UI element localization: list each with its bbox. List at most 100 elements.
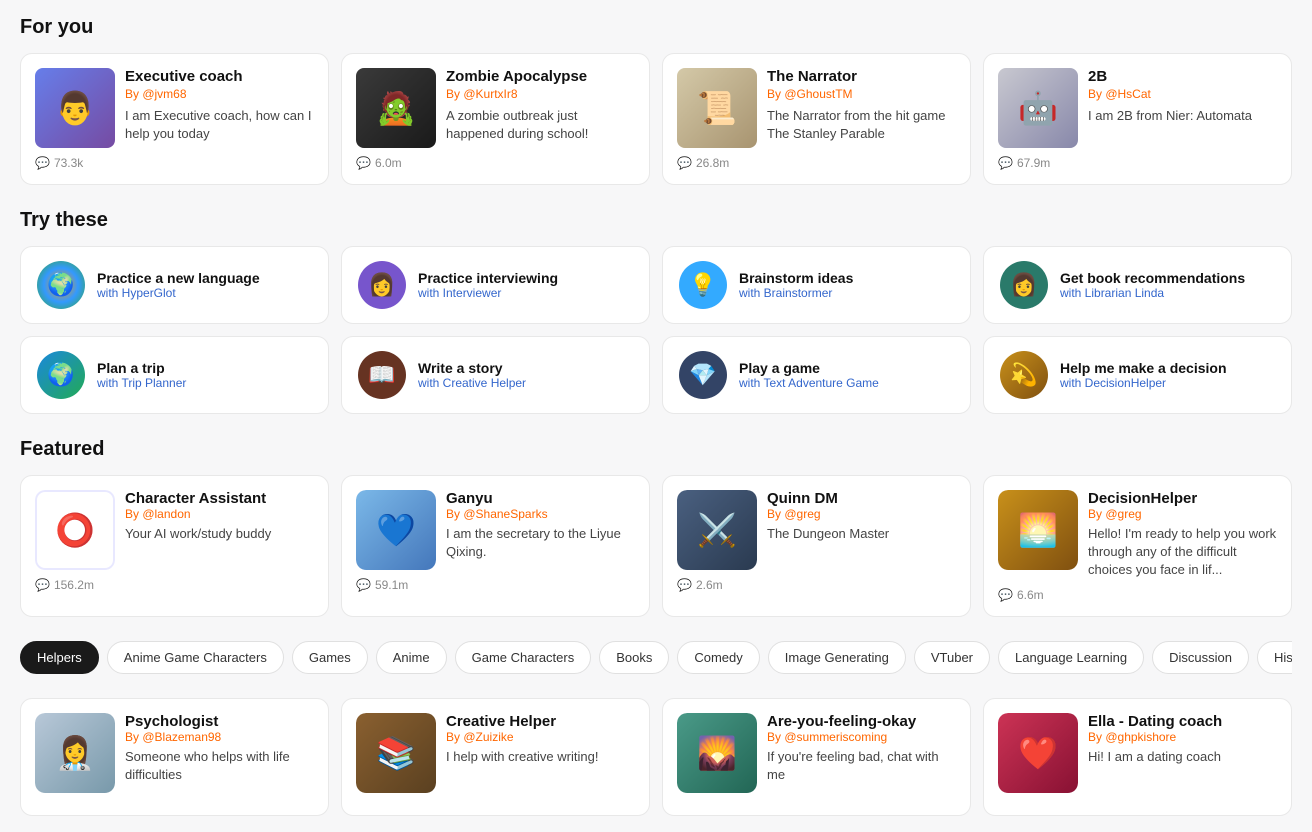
try-card-icon: 🌍 [47, 272, 74, 298]
tab-vtuber[interactable]: VTuber [914, 641, 990, 674]
category-tabs: HelpersAnime Game CharactersGamesAnimeGa… [20, 641, 1292, 678]
try-card-librarian[interactable]: 👩 Get book recommendations with Libraria… [983, 246, 1292, 324]
bottom-card-author: By @Zuizike [446, 730, 635, 744]
try-card-textadv[interactable]: 💎 Play a game with Text Adventure Game [662, 336, 971, 414]
for-you-grid: 👨 Executive coach By @jvm68 I am Executi… [20, 53, 1292, 185]
card-author: By @jvm68 [125, 87, 314, 101]
featured-card-desc: Hello! I'm ready to help you work throug… [1088, 525, 1277, 580]
card-stats: 💬 73.3k [35, 156, 314, 170]
bottom-card-desc: Hi! I am a dating coach [1088, 748, 1277, 766]
tab-comedy[interactable]: Comedy [677, 641, 759, 674]
chat-icon: 💬 [356, 156, 371, 170]
tab-books[interactable]: Books [599, 641, 669, 674]
main-page: For you 👨 Executive coach By @jvm68 I am… [0, 0, 1312, 832]
try-card-title: Plan a trip [97, 360, 312, 376]
chat-icon: 💬 [35, 156, 50, 170]
bottom-card-creative-helper[interactable]: 📚 Creative Helper By @Zuizike I help wit… [341, 698, 650, 816]
card-stats: 💬 26.8m [677, 156, 956, 170]
chat-icon: 💬 [998, 156, 1013, 170]
card-desc: A zombie outbreak just happened during s… [446, 107, 635, 143]
for-you-card-zombie[interactable]: 🧟 Zombie Apocalypse By @KurtxIr8 A zombi… [341, 53, 650, 185]
featured-card-desc: Your AI work/study buddy [125, 525, 314, 543]
bottom-card-ella-dating[interactable]: ❤️ Ella - Dating coach By @ghpkishore Hi… [983, 698, 1292, 816]
try-card-title: Practice interviewing [418, 270, 633, 286]
bottom-card-psychologist[interactable]: 👩‍⚕️ Psychologist By @Blazeman98 Someone… [20, 698, 329, 816]
try-card-interviewer[interactable]: 👩 Practice interviewing with Interviewer [341, 246, 650, 324]
tab-history[interactable]: Histo... [1257, 641, 1292, 674]
try-card-sub: with Interviewer [418, 286, 633, 300]
chat-icon: 💬 [677, 156, 692, 170]
try-card-sub: with Text Adventure Game [739, 376, 954, 390]
try-card-title: Help me make a decision [1060, 360, 1275, 376]
tab-helpers[interactable]: Helpers [20, 641, 99, 674]
featured-card-stats: 💬 59.1m [356, 578, 635, 592]
for-you-card-narrator[interactable]: 📜 The Narrator By @GhoustTM The Narrator… [662, 53, 971, 185]
bottom-card-are-you-feeling[interactable]: 🌄 Are-you-feeling-okay By @summeriscomin… [662, 698, 971, 816]
featured-card-author: By @greg [1088, 507, 1277, 521]
bottom-card-author: By @summeriscoming [767, 730, 956, 744]
card-author: By @HsCat [1088, 87, 1277, 101]
featured-card-quinn-dm[interactable]: ⚔️ Quinn DM By @greg The Dungeon Master … [662, 475, 971, 617]
chat-icon: 💬 [356, 578, 371, 592]
try-card-title: Play a game [739, 360, 954, 376]
try-card-sub: with Trip Planner [97, 376, 312, 390]
featured-card-ganyu[interactable]: 💙 Ganyu By @ShaneSparks I am the secreta… [341, 475, 650, 617]
tab-anime[interactable]: Anime [376, 641, 447, 674]
card-author: By @GhoustTM [767, 87, 956, 101]
featured-card-stats: 💬 156.2m [35, 578, 314, 592]
bottom-card-desc: Someone who helps with life difficulties [125, 748, 314, 784]
card-author: By @KurtxIr8 [446, 87, 635, 101]
featured-title: Featured [20, 438, 1292, 461]
try-card-title: Write a story [418, 360, 633, 376]
featured-card-decision-helper[interactable]: 🌅 DecisionHelper By @greg Hello! I'm rea… [983, 475, 1292, 617]
for-you-card-exec-coach[interactable]: 👨 Executive coach By @jvm68 I am Executi… [20, 53, 329, 185]
for-you-title: For you [20, 16, 1292, 39]
tab-anime-game-chars[interactable]: Anime Game Characters [107, 641, 284, 674]
featured-card-name: Ganyu [446, 490, 635, 507]
card-name: 2B [1088, 68, 1277, 85]
card-name: Zombie Apocalypse [446, 68, 635, 85]
try-card-sub: with DecisionHelper [1060, 376, 1275, 390]
try-card-dechelper[interactable]: 💫 Help me make a decision with DecisionH… [983, 336, 1292, 414]
featured-card-desc: I am the secretary to the Liyue Qixing. [446, 525, 635, 561]
try-card-icon: 💎 [689, 362, 716, 388]
try-card-icon: 👩 [368, 272, 395, 298]
tab-lang-learn[interactable]: Language Learning [998, 641, 1144, 674]
featured-card-name: DecisionHelper [1088, 490, 1277, 507]
bottom-cards-grid: 👩‍⚕️ Psychologist By @Blazeman98 Someone… [20, 698, 1292, 816]
for-you-card-2b[interactable]: 🤖 2B By @HsCat I am 2B from Nier: Automa… [983, 53, 1292, 185]
bottom-card-name: Ella - Dating coach [1088, 713, 1277, 730]
tab-games[interactable]: Games [292, 641, 368, 674]
bottom-card-name: Are-you-feeling-okay [767, 713, 956, 730]
try-these-grid: 🌍 Practice a new language with HyperGlot… [20, 246, 1292, 414]
featured-card-author: By @landon [125, 507, 314, 521]
try-card-title: Brainstorm ideas [739, 270, 954, 286]
try-card-icon: 📖 [368, 362, 395, 388]
try-card-trip[interactable]: 🌍 Plan a trip with Trip Planner [20, 336, 329, 414]
featured-card-char-assistant[interactable]: ⭕ Character Assistant By @landon Your AI… [20, 475, 329, 617]
try-card-icon: 💡 [689, 272, 716, 298]
try-these-title: Try these [20, 209, 1292, 232]
tab-discussion[interactable]: Discussion [1152, 641, 1249, 674]
tab-image-gen[interactable]: Image Generating [768, 641, 906, 674]
card-desc: The Narrator from the hit game The Stanl… [767, 107, 956, 143]
featured-card-name: Character Assistant [125, 490, 314, 507]
try-card-sub: with Librarian Linda [1060, 286, 1275, 300]
card-desc: I am Executive coach, how can I help you… [125, 107, 314, 143]
try-card-title: Get book recommendations [1060, 270, 1275, 286]
try-card-creative[interactable]: 📖 Write a story with Creative Helper [341, 336, 650, 414]
bottom-card-author: By @Blazeman98 [125, 730, 314, 744]
card-stats: 💬 6.0m [356, 156, 635, 170]
try-card-sub: with HyperGlot [97, 286, 312, 300]
featured-card-author: By @ShaneSparks [446, 507, 635, 521]
card-desc: I am 2B from Nier: Automata [1088, 107, 1277, 125]
chat-icon: 💬 [677, 578, 692, 592]
try-card-hyperglot[interactable]: 🌍 Practice a new language with HyperGlot [20, 246, 329, 324]
chat-icon: 💬 [998, 588, 1013, 602]
try-card-icon: 🌍 [47, 362, 74, 388]
tab-game-chars[interactable]: Game Characters [455, 641, 592, 674]
card-stats: 💬 67.9m [998, 156, 1277, 170]
try-card-icon: 💫 [1010, 362, 1037, 388]
try-card-brainstormer[interactable]: 💡 Brainstorm ideas with Brainstormer [662, 246, 971, 324]
bottom-card-name: Psychologist [125, 713, 314, 730]
